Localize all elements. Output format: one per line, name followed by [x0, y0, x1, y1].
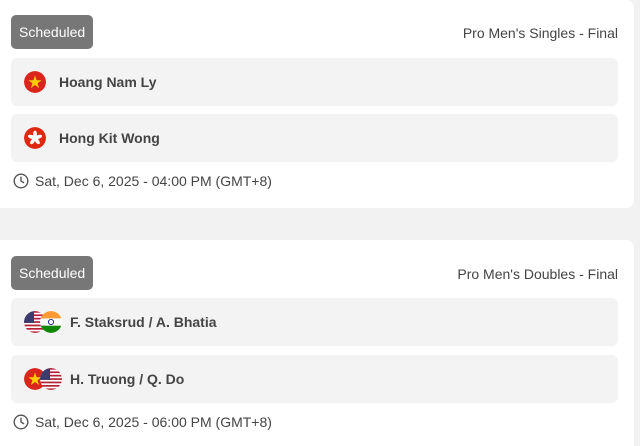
hong-kong-flag-icon [24, 127, 46, 149]
team-name: H. Truong / Q. Do [70, 371, 185, 387]
match-time: Sat, Dec 6, 2025 - 06:00 PM (GMT+8) [13, 414, 272, 430]
player-row[interactable]: Hong Kit Wong [11, 114, 618, 162]
player-flags [24, 71, 59, 93]
player-row[interactable]: F. Staksrud / A. Bhatia [11, 298, 618, 346]
event-title: Pro Men's Doubles - Final [457, 266, 618, 282]
player-name: Hong Kit Wong [59, 130, 160, 146]
player-flags [24, 311, 62, 333]
player-flags [24, 368, 62, 390]
player-name: Hoang Nam Ly [59, 74, 157, 90]
player-flags [24, 127, 59, 149]
usa-flag-icon [40, 368, 62, 390]
player-row[interactable]: H. Truong / Q. Do [11, 355, 618, 403]
match-time: Sat, Dec 6, 2025 - 04:00 PM (GMT+8) [13, 173, 272, 189]
clock-icon [13, 414, 29, 430]
status-badge: Scheduled [11, 256, 94, 290]
clock-icon [13, 173, 29, 189]
team-name: F. Staksrud / A. Bhatia [70, 314, 217, 330]
match-card[interactable]: Scheduled Pro Men's Doubles - Final F. S… [0, 240, 634, 446]
india-flag-icon [40, 311, 62, 333]
match-time-text: Sat, Dec 6, 2025 - 04:00 PM (GMT+8) [35, 173, 272, 189]
vietnam-flag-icon [24, 71, 46, 93]
player-row[interactable]: Hoang Nam Ly [11, 58, 618, 106]
match-time-text: Sat, Dec 6, 2025 - 06:00 PM (GMT+8) [35, 414, 272, 430]
match-card[interactable]: Scheduled Pro Men's Singles - Final Hoan… [0, 0, 634, 208]
event-title: Pro Men's Singles - Final [462, 25, 618, 41]
status-badge: Scheduled [11, 15, 94, 49]
